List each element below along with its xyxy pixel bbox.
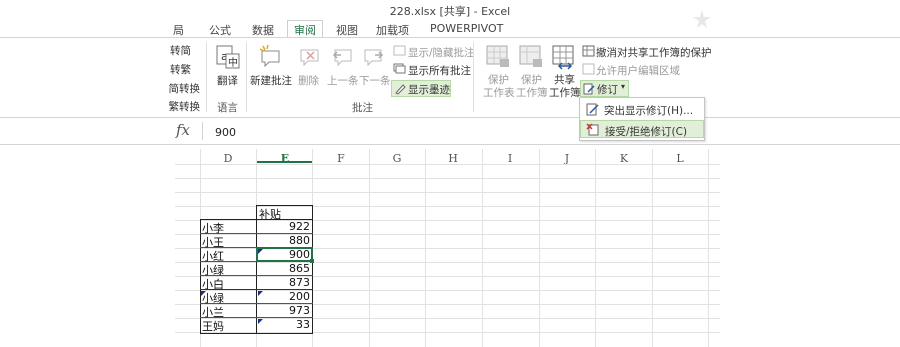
column-header-i[interactable]: I	[482, 152, 538, 165]
column-header-j[interactable]: J	[539, 152, 595, 165]
change-marker-icon	[258, 249, 263, 254]
highlight-changes-label: 突出显示修订(H)...	[604, 105, 694, 117]
name-cell[interactable]: 小王	[202, 234, 224, 249]
table-header-subsidy[interactable]: 补贴	[259, 206, 281, 221]
name-cell[interactable]: 小红	[202, 248, 224, 263]
fill-handle[interactable]	[310, 259, 314, 263]
language-group-label: 语言	[217, 102, 238, 114]
value-cell[interactable]: 873	[258, 276, 310, 291]
column-header-h[interactable]: H	[425, 152, 481, 165]
next-comment-icon[interactable]	[363, 45, 385, 67]
show-ink-button[interactable]: 显示墨迹	[391, 80, 451, 97]
previous-comment-label[interactable]: 上一条	[327, 73, 359, 88]
convert-button[interactable]: 简转换	[166, 81, 201, 96]
allow-edit-ranges-button[interactable]: 允许用户编辑区域	[596, 63, 680, 78]
value-cell[interactable]: 973	[258, 304, 310, 319]
change-marker-icon	[201, 291, 206, 296]
formula-divider	[202, 122, 203, 140]
name-cell[interactable]: 小李	[202, 220, 224, 235]
protect-workbook-icon[interactable]	[518, 44, 544, 70]
protect-workbook-label-2[interactable]: 工作簿	[516, 85, 548, 100]
ribbon-separator	[206, 42, 207, 112]
window-title: 228.xlsx [共享] - Excel	[389, 5, 511, 18]
tab-powerpivot[interactable]: POWERPIVOT	[430, 22, 503, 35]
ink-icon	[395, 84, 406, 95]
show-all-comments-button[interactable]: 显示所有批注	[408, 63, 471, 78]
column-header-l[interactable]: L	[652, 152, 708, 165]
previous-comment-icon[interactable]	[331, 45, 353, 67]
name-cell[interactable]: 小绿	[202, 262, 224, 277]
traditional-button[interactable]: 转繁	[169, 62, 191, 77]
change-marker-icon	[258, 319, 263, 324]
formula-bar	[0, 118, 900, 145]
highlight-changes-icon	[586, 103, 599, 116]
tab-view[interactable]: 视图	[336, 22, 358, 38]
comments-group-label: 批注	[352, 102, 373, 114]
protect-sheet-label-2[interactable]: 工作表	[483, 85, 515, 100]
ribbon-separator	[473, 42, 474, 112]
chevron-down-icon: ▾	[621, 82, 626, 91]
value-cell-active[interactable]: 900	[258, 248, 310, 263]
new-comment-label[interactable]: 新建批注	[250, 73, 292, 88]
formula-input[interactable]: 900	[215, 126, 236, 139]
tab-data[interactable]: 数据	[252, 22, 274, 38]
name-cell[interactable]: 小兰	[202, 304, 224, 319]
trad-convert-button[interactable]: 繁转换	[166, 99, 201, 114]
simplified-button[interactable]: 转简	[169, 43, 191, 58]
delete-comment-icon[interactable]	[299, 45, 321, 67]
name-cell[interactable]: 小白	[202, 276, 224, 291]
column-header-k[interactable]: K	[596, 152, 652, 165]
column-header-d[interactable]: D	[200, 152, 256, 165]
tab-review[interactable]: 审阅	[287, 20, 323, 38]
track-changes-button[interactable]: 修订 ▾	[580, 80, 629, 97]
ribbon-separator	[246, 42, 247, 112]
column-header-g[interactable]: G	[369, 152, 425, 165]
highlight-changes-item[interactable]: 突出显示修订(H)...	[580, 100, 704, 118]
allow-edit-icon	[582, 63, 595, 75]
name-cell[interactable]: 王妈	[202, 318, 224, 333]
show-all-comments-icon	[393, 63, 406, 74]
unprotect-shared-icon	[582, 45, 595, 57]
protect-sheet-icon[interactable]	[485, 44, 511, 70]
share-workbook-label-2[interactable]: 工作簿	[549, 85, 581, 100]
ribbon-tabs: 局 公式 数据 审阅 视图 加载项 POWERPIVOT	[0, 20, 900, 38]
tab-layout[interactable]: 局	[173, 22, 184, 38]
selected-column-indicator	[257, 161, 312, 163]
translate-icon[interactable]: a 中	[215, 44, 241, 70]
show-ink-label: 显示墨迹	[408, 84, 450, 96]
next-comment-label[interactable]: 下一条	[359, 73, 391, 88]
show-hide-comment-button[interactable]: 显示/隐藏批注	[408, 45, 475, 60]
new-comment-icon[interactable]	[257, 44, 283, 68]
value-cell[interactable]: 33	[258, 318, 310, 333]
value-cell[interactable]: 865	[258, 262, 310, 277]
tab-addins[interactable]: 加载项	[376, 22, 409, 38]
translate-label[interactable]: 翻译	[217, 73, 238, 88]
title-bar: 228.xlsx [共享] - Excel	[0, 0, 900, 28]
unprotect-shared-button[interactable]: 撤消对共享工作簿的保护	[596, 45, 712, 60]
column-header-f[interactable]: F	[313, 152, 369, 165]
track-changes-label: 修订	[597, 84, 618, 96]
fx-icon[interactable]: fx	[176, 121, 196, 141]
delete-comment-label[interactable]: 删除	[298, 73, 319, 88]
share-workbook-icon[interactable]	[551, 44, 577, 70]
value-cell[interactable]: 922	[258, 220, 310, 235]
show-hide-comment-icon	[393, 45, 406, 56]
track-changes-icon	[583, 83, 595, 95]
tab-formulas[interactable]: 公式	[209, 22, 231, 38]
change-marker-icon	[258, 291, 263, 296]
svg-text:中: 中	[228, 56, 238, 69]
value-cell[interactable]: 200	[258, 290, 310, 305]
